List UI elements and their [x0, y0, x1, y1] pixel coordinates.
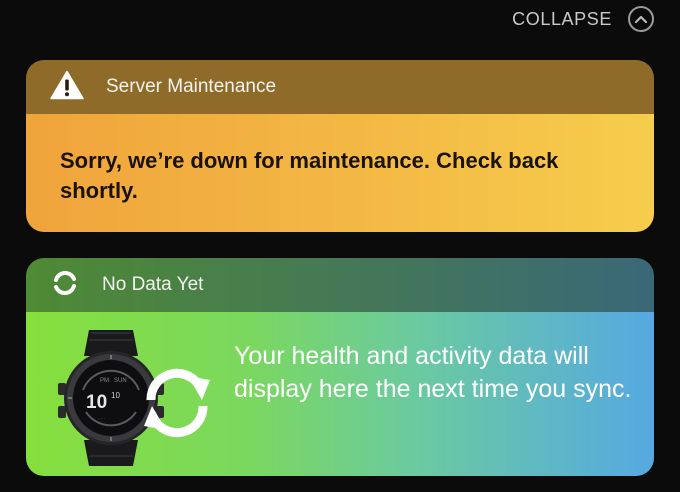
- warning-icon: [50, 70, 84, 105]
- no-data-card-header: No Data Yet: [26, 258, 654, 312]
- sync-arrows-icon: [144, 368, 210, 438]
- maintenance-card-header: Server Maintenance: [26, 60, 654, 114]
- collapse-label[interactable]: COLLAPSE: [512, 9, 612, 30]
- maintenance-message: Sorry, we’re down for maintenance. Check…: [60, 148, 559, 203]
- svg-text:·: ·: [109, 379, 111, 385]
- svg-text:SUN: SUN: [114, 378, 127, 384]
- svg-text:· · ·: · · ·: [98, 416, 106, 422]
- sync-icon: [50, 268, 80, 303]
- no-data-card-body: PM SUN · 10 10 · · · Your health and act…: [26, 312, 654, 476]
- collapse-control[interactable]: COLLAPSE: [512, 6, 654, 32]
- svg-text:PM: PM: [100, 378, 109, 384]
- maintenance-card[interactable]: Server Maintenance Sorry, we’re down for…: [26, 60, 654, 232]
- notification-panel: COLLAPSE Server Maintenance Sorry, we’re…: [0, 0, 680, 492]
- watch-minute: 10: [111, 391, 120, 400]
- maintenance-card-title: Server Maintenance: [106, 76, 277, 97]
- no-data-message: Your health and activity data will displ…: [234, 342, 632, 403]
- watch-hour: 10: [86, 392, 107, 413]
- chevron-up-icon[interactable]: [628, 6, 654, 32]
- no-data-card[interactable]: No Data Yet PM SUN · 10 10 · · · Your he…: [26, 258, 654, 476]
- maintenance-card-body: Sorry, we’re down for maintenance. Check…: [26, 114, 654, 232]
- no-data-card-title: No Data Yet: [102, 274, 204, 295]
